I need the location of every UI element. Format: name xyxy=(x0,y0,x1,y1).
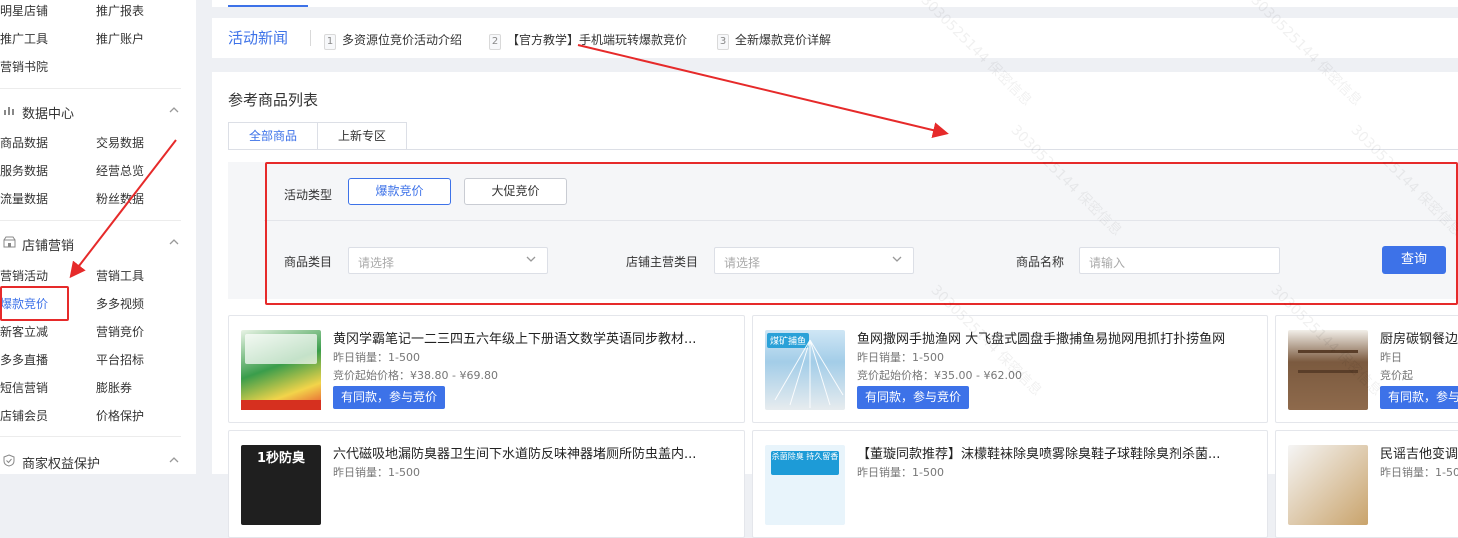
join-bidding-button[interactable]: 有同款，参与竞价 xyxy=(857,386,970,409)
sidebar-link-trade-data[interactable]: 交易数据 xyxy=(96,134,144,151)
tab-baseline xyxy=(228,149,1458,150)
product-thumbnail: 杀菌除臭 持久留香 xyxy=(765,445,845,525)
product-price: 竞价起始价格：¥38.80 - ¥69.80 xyxy=(333,369,498,382)
product-card[interactable]: 黄冈学霸笔记一二三四五六年级上下册语文数学英语同步教材... 昨日销量：1-50… xyxy=(228,315,745,423)
tab-new-arrivals[interactable]: 上新专区 xyxy=(317,122,407,150)
product-title: 民谣吉他变调 xyxy=(1380,447,1458,462)
sidebar-link-marketing-tools[interactable]: 营销工具 xyxy=(96,267,144,284)
sidebar-divider xyxy=(0,88,181,89)
shop-icon xyxy=(3,236,17,250)
news-item-number: 1 xyxy=(324,34,336,50)
product-thumbnail: 煤矿捕鱼 xyxy=(765,330,845,410)
product-title: 厨房碳钢餐边 xyxy=(1380,332,1458,347)
chevron-up-icon[interactable] xyxy=(168,454,180,466)
sidebar-link-live[interactable]: 多多直播 xyxy=(0,351,48,368)
sidebar-link-marketing-academy[interactable]: 营销书院 xyxy=(0,58,48,75)
sidebar: 明星店铺 推广报表 推广工具 推广账户 营销书院 数据中心 商品数据 交易数据 … xyxy=(0,0,196,474)
product-title: 【董璇同款推荐】沫檬鞋袜除臭喷雾除臭鞋子球鞋除臭剂杀菌... xyxy=(857,447,1221,462)
top-tab-strip xyxy=(212,0,1458,7)
news-separator xyxy=(310,30,311,46)
product-price: 竞价起始价格：¥35.00 - ¥62.00 xyxy=(857,369,1022,382)
news-item-number: 3 xyxy=(717,34,729,50)
sidebar-link-marketing-bidding[interactable]: 营销竞价 xyxy=(96,323,144,340)
sidebar-divider xyxy=(0,220,181,221)
sidebar-link-product-data[interactable]: 商品数据 xyxy=(0,134,48,151)
sidebar-link-overview[interactable]: 经营总览 xyxy=(96,162,144,179)
bar-chart-icon xyxy=(3,104,17,118)
sidebar-link-new-customer[interactable]: 新客立减 xyxy=(0,323,48,340)
news-item-number: 2 xyxy=(489,34,501,50)
filter-highlight-box xyxy=(265,162,1458,305)
thumbnail-label: 1秒防臭 xyxy=(256,451,306,466)
sidebar-link-fans-data[interactable]: 粉丝数据 xyxy=(96,190,144,207)
product-sales: 昨日销量：1-50 xyxy=(1380,466,1458,479)
sidebar-section-title: 商家权益保护 xyxy=(22,457,101,472)
panel-title: 参考商品列表 xyxy=(228,91,319,109)
product-title: 六代磁吸地漏防臭器卫生间下水道防反味神器堵厕所防虫盖内... xyxy=(333,447,697,462)
news-item[interactable]: 3 全新爆款竞价详解 xyxy=(717,31,831,50)
news-item[interactable]: 2 【官方教学】手机端玩转爆款竞价 xyxy=(489,31,687,50)
product-sales: 昨日销量：1-500 xyxy=(333,466,420,479)
news-bar: 活动新闻 1 多资源位竞价活动介绍 2 【官方教学】手机端玩转爆款竞价 3 全新爆款竞… xyxy=(212,18,1458,58)
news-item-text: 【官方教学】手机端玩转爆款竞价 xyxy=(507,33,688,47)
product-sales: 昨日销量：1-500 xyxy=(857,351,944,364)
active-tab-underline xyxy=(228,5,308,7)
chevron-up-icon[interactable] xyxy=(168,104,180,116)
product-title: 鱼网撒网手抛渔网 大飞盘式圆盘手撒捕鱼易抛网甩抓打扑捞鱼网 xyxy=(857,332,1226,347)
product-card[interactable]: 杀菌除臭 持久留香 【董璇同款推荐】沫檬鞋袜除臭喷雾除臭鞋子球鞋除臭剂杀菌...… xyxy=(752,430,1268,538)
product-card[interactable]: 厨房碳钢餐边 昨日 竞价起 有同款，参与 xyxy=(1275,315,1458,423)
sidebar-section-title: 店铺营销 xyxy=(22,239,75,254)
sidebar-link-marketing-activity[interactable]: 营销活动 xyxy=(0,267,48,284)
join-bidding-button[interactable]: 有同款，参与竞价 xyxy=(333,386,446,409)
sidebar-section-merchant-rights[interactable]: 商家权益保护 xyxy=(0,446,196,476)
news-item[interactable]: 1 多资源位竞价活动介绍 xyxy=(324,31,462,50)
sidebar-link-promo-report[interactable]: 推广报表 xyxy=(96,2,144,19)
thumbnail-label: 杀菌除臭 持久留香 xyxy=(771,451,839,475)
news-item-text: 全新爆款竞价详解 xyxy=(735,33,832,47)
product-card[interactable]: 煤矿捕鱼 鱼网撒网手抛渔网 大飞盘式圆盘手撒捕鱼易抛网甩抓打扑捞鱼网 昨日销量：… xyxy=(752,315,1268,423)
news-item-text: 多资源位竞价活动介绍 xyxy=(342,33,463,47)
sidebar-highlight-box xyxy=(0,286,69,321)
sidebar-link-service-data[interactable]: 服务数据 xyxy=(0,162,48,179)
product-card[interactable]: 民谣吉他变调 昨日销量：1-50 xyxy=(1275,430,1458,538)
sidebar-link-platform-tender[interactable]: 平台招标 xyxy=(96,351,144,368)
sidebar-link-star-shop[interactable]: 明星店铺 xyxy=(0,2,48,19)
sidebar-link-sms[interactable]: 短信营销 xyxy=(0,379,48,396)
sidebar-link-traffic-data[interactable]: 流量数据 xyxy=(0,190,48,207)
product-thumbnail xyxy=(1288,445,1368,525)
product-thumbnail xyxy=(241,330,321,410)
product-title: 黄冈学霸笔记一二三四五六年级上下册语文数学英语同步教材... xyxy=(333,332,697,347)
product-thumbnail xyxy=(1288,330,1368,410)
sidebar-link-duoduo-video[interactable]: 多多视频 xyxy=(96,295,144,312)
sidebar-link-coupon[interactable]: 膨胀券 xyxy=(96,379,132,396)
sidebar-link-promo-tools[interactable]: 推广工具 xyxy=(0,30,48,47)
sidebar-section-title: 数据中心 xyxy=(22,107,75,122)
main-content: 活动新闻 1 多资源位竞价活动介绍 2 【官方教学】手机端玩转爆款竞价 3 全新爆款竞… xyxy=(212,0,1458,538)
news-label: 活动新闻 xyxy=(228,29,289,47)
sidebar-divider xyxy=(0,436,181,437)
sidebar-link-price-protect[interactable]: 价格保护 xyxy=(96,407,144,424)
chevron-up-icon[interactable] xyxy=(168,236,180,248)
shield-icon xyxy=(3,454,17,468)
sidebar-link-membership[interactable]: 店铺会员 xyxy=(0,407,48,424)
product-thumbnail: 1秒防臭 xyxy=(241,445,321,525)
product-card[interactable]: 1秒防臭 六代磁吸地漏防臭器卫生间下水道防反味神器堵厕所防虫盖内... 昨日销量… xyxy=(228,430,745,538)
product-list-panel: 参考商品列表 全部商品 上新专区 活动类型 爆款竞价 大促竞价 商品类目 请选择… xyxy=(212,72,1458,538)
join-bidding-button[interactable]: 有同款，参与 xyxy=(1380,386,1458,409)
product-price: 竞价起 xyxy=(1380,369,1413,382)
product-sales: 昨日销量：1-500 xyxy=(857,466,944,479)
sidebar-link-promo-account[interactable]: 推广账户 xyxy=(96,30,144,47)
sidebar-section-data-center[interactable]: 数据中心 xyxy=(0,96,196,126)
tab-all-products[interactable]: 全部商品 xyxy=(228,122,318,150)
sidebar-section-shop-marketing[interactable]: 店铺营销 xyxy=(0,228,196,258)
product-sales: 昨日销量：1-500 xyxy=(333,351,420,364)
product-sales: 昨日 xyxy=(1380,351,1402,364)
